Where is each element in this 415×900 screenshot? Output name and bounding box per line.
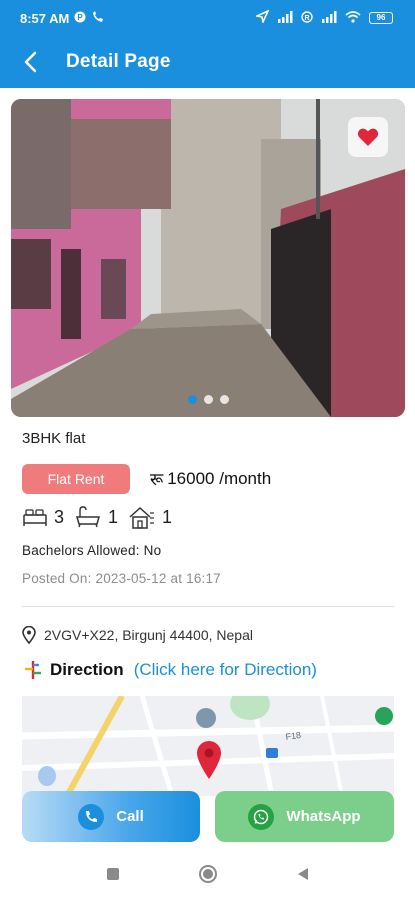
map-marker-icon bbox=[197, 741, 221, 779]
divider bbox=[22, 606, 394, 607]
favorite-button[interactable] bbox=[348, 117, 388, 157]
floors-feature: 1 bbox=[128, 505, 172, 529]
carousel-dot[interactable] bbox=[219, 395, 229, 404]
bedrooms-feature: 3 bbox=[22, 507, 64, 528]
whatsapp-button[interactable]: WhatsApp bbox=[215, 791, 394, 842]
carousel-dot[interactable] bbox=[203, 395, 213, 404]
roaming-icon: R bbox=[301, 10, 313, 26]
bed-icon bbox=[23, 509, 47, 526]
home-button[interactable] bbox=[198, 864, 218, 884]
battery-icon: 96 bbox=[369, 12, 393, 24]
direction-link[interactable]: (Click here for Direction) bbox=[134, 660, 317, 680]
property-photo bbox=[11, 99, 405, 417]
location-map[interactable]: F18 bbox=[22, 696, 394, 796]
address-text: 2VGV+X22, Birgunj 44400, Nepal bbox=[44, 627, 253, 643]
bachelors-allowed: Bachelors Allowed: No bbox=[22, 543, 162, 558]
bedrooms-count: 3 bbox=[54, 506, 65, 527]
bathrooms-count: 1 bbox=[108, 506, 119, 527]
heart-icon bbox=[357, 128, 379, 146]
svg-text:P: P bbox=[78, 13, 84, 22]
price: रू 16000 /month bbox=[150, 467, 271, 490]
recents-button[interactable] bbox=[106, 867, 120, 881]
carousel-indicator bbox=[11, 395, 405, 404]
floors-count: 1 bbox=[162, 506, 173, 527]
features-row: 3 1 1 bbox=[22, 505, 172, 529]
svg-text:R: R bbox=[304, 15, 309, 22]
notification-icon: P bbox=[74, 11, 86, 26]
price-value: 16000 /month bbox=[167, 468, 272, 488]
call-status-icon bbox=[91, 10, 105, 26]
call-button[interactable]: Call bbox=[22, 791, 200, 842]
system-nav-bar bbox=[0, 848, 415, 900]
posted-on: Posted On: 2023-05-12 at 16:17 bbox=[22, 571, 221, 586]
bathtub-icon bbox=[76, 506, 101, 528]
back-arrow-icon bbox=[24, 51, 37, 73]
page-title: Detail Page bbox=[66, 51, 171, 72]
property-photo-carousel[interactable] bbox=[11, 99, 405, 417]
address: 2VGV+X22, Birgunj 44400, Nepal bbox=[22, 626, 253, 644]
signal-icon-2 bbox=[321, 10, 337, 26]
system-back-button[interactable] bbox=[296, 867, 310, 881]
status-time: 8:57 AM bbox=[20, 10, 70, 26]
building-floors-icon bbox=[129, 506, 155, 529]
signal-icon-1 bbox=[277, 10, 293, 26]
direction-label: Direction bbox=[50, 660, 124, 679]
whatsapp-label: WhatsApp bbox=[286, 808, 361, 825]
location-pin-icon bbox=[22, 626, 36, 644]
category-badge: Flat Rent bbox=[22, 464, 130, 494]
call-label: Call bbox=[116, 808, 144, 825]
location-icon bbox=[254, 9, 270, 26]
app-bar: 8:57 AM P R 96 Detail Page bbox=[0, 0, 415, 88]
direction-icon bbox=[25, 661, 41, 679]
whatsapp-icon bbox=[248, 803, 275, 830]
back-button[interactable] bbox=[0, 36, 60, 88]
wifi-icon bbox=[345, 10, 361, 26]
listing-title: 3BHK flat bbox=[22, 430, 86, 447]
bathrooms-feature: 1 bbox=[74, 506, 118, 528]
direction-row[interactable]: Direction (Click here for Direction) bbox=[22, 659, 317, 681]
currency-symbol: रू bbox=[150, 470, 164, 489]
phone-icon bbox=[78, 803, 105, 830]
status-bar: 8:57 AM P R 96 bbox=[0, 0, 415, 36]
carousel-dot[interactable] bbox=[187, 395, 197, 404]
toolbar: Detail Page bbox=[0, 36, 415, 88]
map-road-label: F18 bbox=[285, 730, 302, 742]
